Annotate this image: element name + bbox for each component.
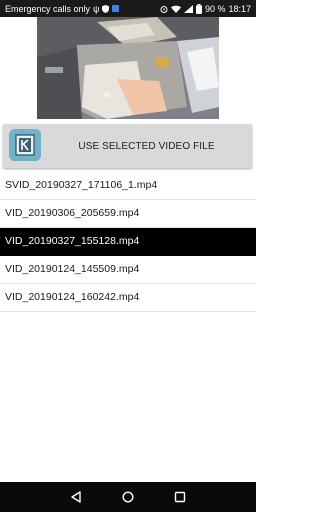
- alarm-icon: [160, 5, 168, 13]
- back-icon[interactable]: [66, 487, 86, 507]
- file-list-item[interactable]: VID_20190306_205659.mp4: [0, 200, 256, 228]
- file-list-item[interactable]: VID_20190124_160242.mp4: [0, 284, 256, 312]
- home-icon[interactable]: [118, 487, 138, 507]
- status-left: Emergency calls only ψ: [5, 3, 120, 14]
- status-right: 90 % 18:17: [160, 3, 251, 14]
- recents-icon[interactable]: [170, 487, 190, 507]
- video-file-list: SVID_20190327_171106_1.mp4 VID_20190306_…: [0, 172, 256, 312]
- status-bar: Emergency calls only ψ 90 % 18:17: [0, 0, 256, 17]
- navigation-bar: [0, 482, 256, 512]
- tile-icon: [112, 5, 120, 12]
- video-preview-thumbnail: [37, 17, 219, 119]
- battery-icon: [195, 3, 202, 14]
- clock: 18:17: [228, 3, 251, 14]
- file-list-item[interactable]: VID_20190124_145509.mp4: [0, 256, 256, 284]
- carrier-text: Emergency calls only: [5, 3, 91, 14]
- signal-icon: [183, 4, 193, 13]
- wifi-icon: [170, 5, 181, 13]
- file-list-item[interactable]: SVID_20190327_171106_1.mp4: [0, 172, 256, 200]
- file-list-item-selected[interactable]: VID_20190327_155128.mp4: [0, 228, 256, 256]
- app-logo-icon: [9, 129, 41, 161]
- battery-percent: 90 %: [204, 3, 226, 14]
- shield-icon: [102, 4, 110, 13]
- usb-icon: ψ: [93, 3, 100, 14]
- use-selected-video-label: USE SELECTED VIDEO FILE: [78, 140, 215, 152]
- use-selected-video-button[interactable]: USE SELECTED VIDEO FILE: [3, 124, 252, 168]
